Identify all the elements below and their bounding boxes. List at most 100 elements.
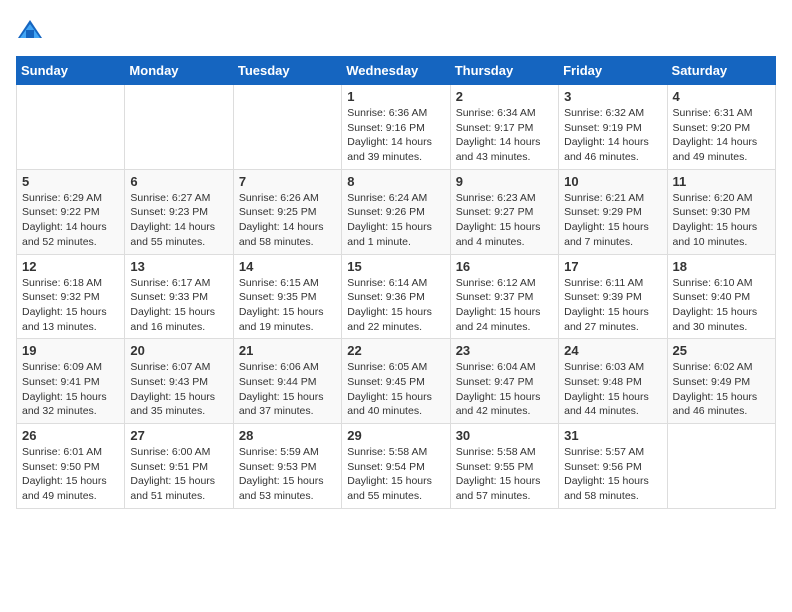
day-info: Sunrise: 6:00 AM Sunset: 9:51 PM Dayligh… [130, 445, 227, 504]
day-info: Sunrise: 5:59 AM Sunset: 9:53 PM Dayligh… [239, 445, 336, 504]
calendar-cell [667, 424, 775, 509]
calendar-cell: 27 Sunrise: 6:00 AM Sunset: 9:51 PM Dayli… [125, 424, 233, 509]
calendar-cell [125, 85, 233, 170]
day-info: Sunrise: 6:05 AM Sunset: 9:45 PM Dayligh… [347, 360, 444, 419]
day-number: 19 [22, 343, 119, 358]
day-info: Sunrise: 6:29 AM Sunset: 9:22 PM Dayligh… [22, 191, 119, 250]
calendar-cell: 23 Sunrise: 6:04 AM Sunset: 9:47 PM Dayli… [450, 339, 558, 424]
logo-icon [16, 16, 44, 44]
calendar-cell: 11 Sunrise: 6:20 AM Sunset: 9:30 PM Dayli… [667, 169, 775, 254]
day-info: Sunrise: 6:02 AM Sunset: 9:49 PM Dayligh… [673, 360, 770, 419]
calendar-cell: 14 Sunrise: 6:15 AM Sunset: 9:35 PM Dayli… [233, 254, 341, 339]
day-info: Sunrise: 6:32 AM Sunset: 9:19 PM Dayligh… [564, 106, 661, 165]
day-info: Sunrise: 6:36 AM Sunset: 9:16 PM Dayligh… [347, 106, 444, 165]
calendar-week-row: 19 Sunrise: 6:09 AM Sunset: 9:41 PM Dayli… [17, 339, 776, 424]
calendar-header-row: SundayMondayTuesdayWednesdayThursdayFrid… [17, 57, 776, 85]
calendar-cell: 7 Sunrise: 6:26 AM Sunset: 9:25 PM Daylig… [233, 169, 341, 254]
calendar-header-thursday: Thursday [450, 57, 558, 85]
day-number: 31 [564, 428, 661, 443]
day-number: 28 [239, 428, 336, 443]
logo [16, 16, 48, 44]
calendar-table: SundayMondayTuesdayWednesdayThursdayFrid… [16, 56, 776, 509]
day-info: Sunrise: 6:07 AM Sunset: 9:43 PM Dayligh… [130, 360, 227, 419]
day-number: 23 [456, 343, 553, 358]
day-info: Sunrise: 5:58 AM Sunset: 9:55 PM Dayligh… [456, 445, 553, 504]
day-number: 18 [673, 259, 770, 274]
day-number: 29 [347, 428, 444, 443]
calendar-cell: 10 Sunrise: 6:21 AM Sunset: 9:29 PM Dayli… [559, 169, 667, 254]
day-info: Sunrise: 6:15 AM Sunset: 9:35 PM Dayligh… [239, 276, 336, 335]
day-number: 16 [456, 259, 553, 274]
calendar-cell: 8 Sunrise: 6:24 AM Sunset: 9:26 PM Daylig… [342, 169, 450, 254]
day-number: 20 [130, 343, 227, 358]
calendar-cell: 24 Sunrise: 6:03 AM Sunset: 9:48 PM Dayli… [559, 339, 667, 424]
calendar-cell: 9Sunrise: 6:23 AM Sunset: 9:27 PM Daylig… [450, 169, 558, 254]
calendar-header-monday: Monday [125, 57, 233, 85]
day-info: Sunrise: 6:17 AM Sunset: 9:33 PM Dayligh… [130, 276, 227, 335]
day-info: Sunrise: 6:34 AM Sunset: 9:17 PM Dayligh… [456, 106, 553, 165]
calendar-header-wednesday: Wednesday [342, 57, 450, 85]
day-number: 22 [347, 343, 444, 358]
calendar-cell: 22 Sunrise: 6:05 AM Sunset: 9:45 PM Dayli… [342, 339, 450, 424]
calendar-week-row: 1 Sunrise: 6:36 AM Sunset: 9:16 PM Daylig… [17, 85, 776, 170]
calendar-cell: 26 Sunrise: 6:01 AM Sunset: 9:50 PM Dayli… [17, 424, 125, 509]
day-info: Sunrise: 6:27 AM Sunset: 9:23 PM Dayligh… [130, 191, 227, 250]
day-number: 10 [564, 174, 661, 189]
day-number: 12 [22, 259, 119, 274]
calendar-cell: 12 Sunrise: 6:18 AM Sunset: 9:32 PM Dayli… [17, 254, 125, 339]
day-info: Sunrise: 5:58 AM Sunset: 9:54 PM Dayligh… [347, 445, 444, 504]
day-info: Sunrise: 6:03 AM Sunset: 9:48 PM Dayligh… [564, 360, 661, 419]
calendar-cell: 13 Sunrise: 6:17 AM Sunset: 9:33 PM Dayli… [125, 254, 233, 339]
day-number: 11 [673, 174, 770, 189]
calendar-header-friday: Friday [559, 57, 667, 85]
day-number: 7 [239, 174, 336, 189]
calendar-cell: 28 Sunrise: 5:59 AM Sunset: 9:53 PM Dayli… [233, 424, 341, 509]
day-number: 6 [130, 174, 227, 189]
day-info: Sunrise: 6:01 AM Sunset: 9:50 PM Dayligh… [22, 445, 119, 504]
day-number: 2 [456, 89, 553, 104]
calendar-cell: 5 Sunrise: 6:29 AM Sunset: 9:22 PM Daylig… [17, 169, 125, 254]
calendar-cell: 21Sunrise: 6:06 AM Sunset: 9:44 PM Dayli… [233, 339, 341, 424]
page-header [16, 16, 776, 44]
day-info: Sunrise: 6:21 AM Sunset: 9:29 PM Dayligh… [564, 191, 661, 250]
day-number: 30 [456, 428, 553, 443]
day-info: Sunrise: 6:10 AM Sunset: 9:40 PM Dayligh… [673, 276, 770, 335]
day-number: 1 [347, 89, 444, 104]
calendar-cell: 25 Sunrise: 6:02 AM Sunset: 9:49 PM Dayli… [667, 339, 775, 424]
day-number: 15 [347, 259, 444, 274]
day-number: 26 [22, 428, 119, 443]
day-number: 14 [239, 259, 336, 274]
day-number: 13 [130, 259, 227, 274]
calendar-cell: 20 Sunrise: 6:07 AM Sunset: 9:43 PM Dayli… [125, 339, 233, 424]
day-number: 24 [564, 343, 661, 358]
day-number: 9 [456, 174, 553, 189]
calendar-cell: 31 Sunrise: 5:57 AM Sunset: 9:56 PM Dayli… [559, 424, 667, 509]
calendar-cell: 16 Sunrise: 6:12 AM Sunset: 9:37 PM Dayli… [450, 254, 558, 339]
day-info: Sunrise: 6:04 AM Sunset: 9:47 PM Dayligh… [456, 360, 553, 419]
calendar-cell: 1 Sunrise: 6:36 AM Sunset: 9:16 PM Daylig… [342, 85, 450, 170]
calendar-cell [17, 85, 125, 170]
day-number: 5 [22, 174, 119, 189]
calendar-cell: 2 Sunrise: 6:34 AM Sunset: 9:17 PM Daylig… [450, 85, 558, 170]
day-info: Sunrise: 6:26 AM Sunset: 9:25 PM Dayligh… [239, 191, 336, 250]
day-info: Sunrise: 6:20 AM Sunset: 9:30 PM Dayligh… [673, 191, 770, 250]
calendar-week-row: 12 Sunrise: 6:18 AM Sunset: 9:32 PM Dayli… [17, 254, 776, 339]
calendar-cell: 6 Sunrise: 6:27 AM Sunset: 9:23 PM Daylig… [125, 169, 233, 254]
day-info: Sunrise: 6:09 AM Sunset: 9:41 PM Dayligh… [22, 360, 119, 419]
day-number: 8 [347, 174, 444, 189]
day-number: 17 [564, 259, 661, 274]
calendar-cell: 17 Sunrise: 6:11 AM Sunset: 9:39 PM Dayli… [559, 254, 667, 339]
day-info: Sunrise: 6:31 AM Sunset: 9:20 PM Dayligh… [673, 106, 770, 165]
day-number: 25 [673, 343, 770, 358]
calendar-header-saturday: Saturday [667, 57, 775, 85]
day-info: Sunrise: 6:12 AM Sunset: 9:37 PM Dayligh… [456, 276, 553, 335]
calendar-week-row: 26 Sunrise: 6:01 AM Sunset: 9:50 PM Dayli… [17, 424, 776, 509]
calendar-cell: 30 Sunrise: 5:58 AM Sunset: 9:55 PM Dayli… [450, 424, 558, 509]
day-number: 27 [130, 428, 227, 443]
day-info: Sunrise: 6:18 AM Sunset: 9:32 PM Dayligh… [22, 276, 119, 335]
day-info: Sunrise: 6:24 AM Sunset: 9:26 PM Dayligh… [347, 191, 444, 250]
day-info: Sunrise: 6:11 AM Sunset: 9:39 PM Dayligh… [564, 276, 661, 335]
calendar-cell [233, 85, 341, 170]
day-info: Sunrise: 5:57 AM Sunset: 9:56 PM Dayligh… [564, 445, 661, 504]
calendar-cell: 19 Sunrise: 6:09 AM Sunset: 9:41 PM Dayli… [17, 339, 125, 424]
